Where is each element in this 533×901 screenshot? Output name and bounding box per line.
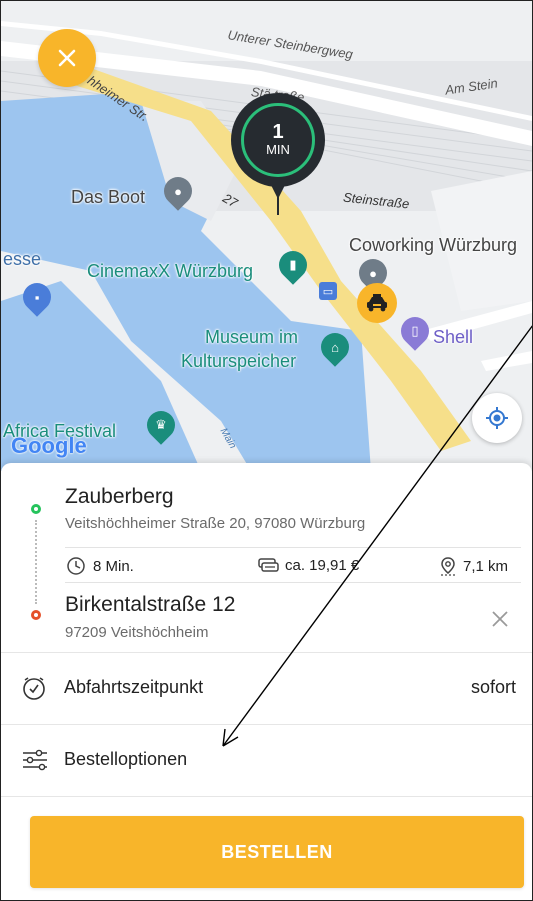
pin-das-boot-icon[interactable]: ● [158,171,198,211]
location-pin-icon [441,557,455,576]
close-button[interactable] [38,29,96,87]
distance-value: 7,1 km [463,557,509,575]
google-logo-text: Google [11,433,87,458]
taxi-marker[interactable] [357,283,397,323]
origin-address[interactable]: Veitshöchheimer Straße 20, 97080 Würzbur… [65,515,365,532]
close-icon [492,611,508,627]
departure-label: Abfahrtszeitpunkt [64,677,204,697]
eta-marker-tail [267,177,289,199]
eta-unit: MIN [266,142,290,157]
destination-dot-icon [31,610,41,620]
place-museum-line1[interactable]: Museum im [205,327,298,348]
origin-title[interactable]: Zauberberg [65,485,174,509]
pin-museum-icon[interactable]: ⌂ [315,327,355,367]
duration-value: 8 Min. [93,557,134,575]
sliders-icon [21,747,49,778]
booking-sheet: Zauberberg Veitshöchheimer Straße 20, 97… [1,463,532,900]
pin-shop-icon[interactable]: ▪ [17,277,57,317]
place-museum-line2[interactable]: Kulturspeicher [181,351,296,372]
departure-clock-icon [21,675,47,706]
order-button[interactable]: BESTELLEN [30,816,524,888]
clock-icon [67,557,85,575]
stat-distance: 7,1 km [439,556,508,576]
order-options-row[interactable]: Bestelloptionen [1,724,532,797]
google-logo: Google [11,433,87,459]
eta-marker[interactable]: 1 MIN [231,93,325,187]
divider [1,796,532,797]
eta-ring: 1 MIN [241,103,315,177]
eta-minutes: 1 [272,121,284,143]
place-das-boot[interactable]: Das Boot [71,187,145,208]
crosshair-icon [486,407,508,429]
pin-fuel-icon[interactable]: ▯ [395,311,435,351]
destination-title[interactable]: Birkentalstraße 12 [65,593,235,617]
close-icon [58,49,76,67]
stat-duration: 8 Min. [65,556,134,576]
pin-festival-icon[interactable]: ♛ [141,405,181,445]
pin-cinema-icon[interactable]: ▮ [273,245,313,285]
place-shell[interactable]: Shell [433,327,473,348]
place-esse[interactable]: esse [3,249,41,270]
origin-dot-icon [31,504,41,514]
map-view[interactable]: Unterer Steinbergweg Am Stein Stä traße … [1,1,532,471]
destination-address[interactable]: 97209 Veitshöchheim [65,624,208,641]
price-value: ca. 19,91 € [285,556,360,574]
my-location-button[interactable] [472,393,522,443]
money-icon [258,558,279,572]
options-label: Bestelloptionen [64,749,188,769]
place-coworking[interactable]: Coworking Würzburg [349,235,517,256]
bus-stop-icon[interactable]: ▭ [319,282,337,300]
route-connector [35,520,37,604]
stat-price: ca. 19,91 € [257,556,359,574]
departure-value: sofort [470,677,516,697]
trip-stats: 8 Min. ca. 19,91 € 7,1 km [65,547,521,583]
app-screen: Unterer Steinbergweg Am Stein Stä traße … [0,0,533,901]
place-cinemaxx[interactable]: CinemaxX Würzburg [87,261,253,282]
clear-destination-button[interactable] [487,606,513,632]
departure-time-row[interactable]: Abfahrtszeitpunkt sofort [1,652,532,725]
taxi-icon [367,294,387,312]
pickup-point-icon [277,197,279,215]
